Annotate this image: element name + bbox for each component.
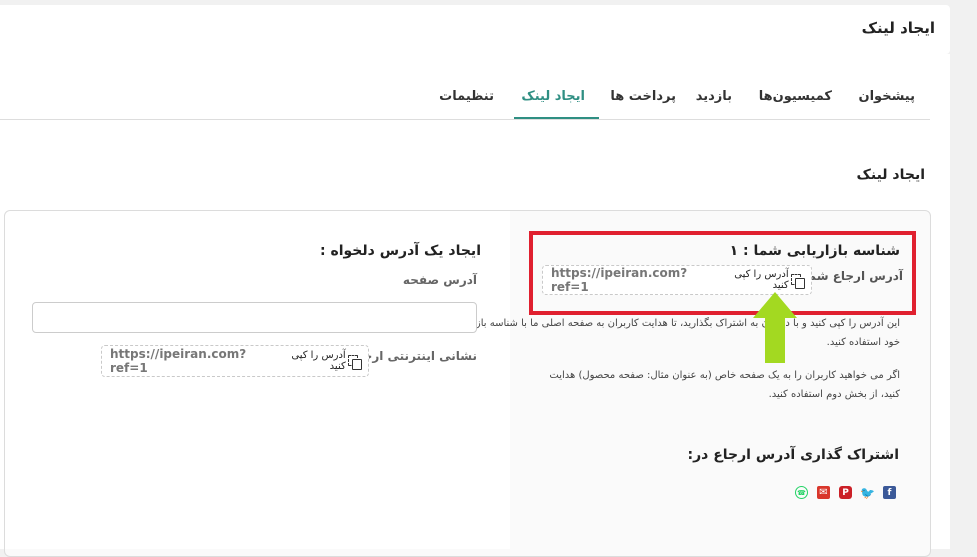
copy-icon[interactable] [347, 354, 363, 370]
custom-copy-hint: آدرس را کپی کنید [291, 350, 346, 372]
description-2-line-2: کنید، از بخش دوم استفاده کنید. [768, 389, 900, 400]
description-1-line-1: این آدرس را کپی کنید و با دیگران به اشتر… [451, 318, 900, 329]
page-address-label: آدرس صفحه [402, 273, 477, 287]
section-title: ایجاد لینک [856, 167, 925, 183]
custom-url-copy-box[interactable]: https://ipeiran.com?ref=1 آدرس را کپی کن… [101, 345, 369, 377]
arrow-up-icon [753, 292, 797, 363]
tab-create-link[interactable]: ایجاد لینک [521, 89, 585, 104]
twitter-icon[interactable]: 🐦 [860, 486, 875, 500]
page-address-input[interactable] [32, 302, 477, 333]
highlight-box [529, 231, 916, 315]
net-address-label: نشانی اینترنتی ارجاع [350, 349, 477, 363]
facebook-icon[interactable]: f [883, 486, 896, 499]
tab-visits[interactable]: بازدید [696, 89, 732, 104]
header-bar [0, 5, 950, 54]
custom-link-title: ایجاد یک آدرس دلخواه : [319, 243, 481, 259]
description-2-line-1: اگر می خواهید کاربران را به یک صفحه خاص … [549, 370, 900, 381]
pinterest-icon[interactable]: P [839, 486, 852, 499]
tab-payments[interactable]: پرداخت ها [610, 89, 676, 104]
email-icon[interactable]: ✉ [817, 486, 830, 499]
custom-url: https://ipeiran.com?ref=1 [110, 347, 247, 375]
active-tab-indicator [514, 117, 599, 119]
page-title: ایجاد لینک [861, 19, 935, 37]
whatsapp-icon[interactable]: ☎ [795, 486, 808, 499]
custom-link-panel [5, 211, 510, 549]
tab-commissions[interactable]: کمیسیون‌ها [759, 89, 832, 104]
tab-settings[interactable]: تنظیمات [439, 89, 494, 104]
tabs-divider [0, 119, 930, 120]
tab-dashboard[interactable]: پیشخوان [859, 89, 916, 104]
share-title: اشتراک گذاری آدرس ارجاع در: [687, 447, 899, 463]
description-1-line-2: خود استفاده کنید. [826, 337, 900, 348]
